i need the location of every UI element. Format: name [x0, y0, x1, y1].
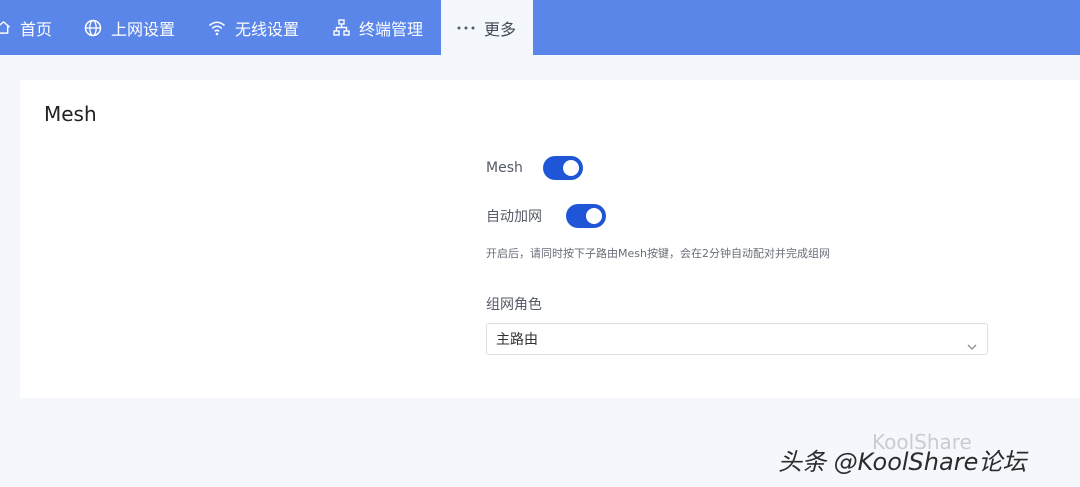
nav-item-home[interactable]: 首页 — [0, 0, 52, 55]
mesh-toggle[interactable] — [542, 156, 583, 180]
nav-item-internet-settings[interactable]: 上网设置 — [84, 0, 175, 55]
globe-icon — [84, 19, 102, 37]
nav-item-label: 上网设置 — [111, 19, 176, 39]
chevron-down-icon — [967, 335, 977, 354]
top-nav-bar: 首页 上网设置 无线设置 终端管理 更多 — [0, 0, 1080, 55]
wifi-icon — [208, 20, 226, 36]
role-label: 组网角色 — [486, 297, 542, 313]
more-icon — [457, 26, 475, 30]
nav-item-label: 更多 — [484, 19, 517, 39]
auto-join-label: 自动加网 — [486, 209, 542, 225]
auto-join-toggle[interactable] — [566, 204, 606, 228]
auto-join-toggle-row: 自动加网 — [486, 204, 606, 228]
nav-item-label: 无线设置 — [235, 19, 300, 39]
nav-item-wireless-settings[interactable]: 无线设置 — [208, 0, 299, 55]
mesh-settings-card: Mesh Mesh 自动加网 开启后，请同时按下子路由Mesh按键，会在2分钟自… — [20, 80, 1080, 398]
toggle-knob — [562, 160, 579, 176]
network-icon — [333, 19, 350, 36]
card-title: Mesh — [44, 102, 97, 126]
auto-join-hint: 开启后，请同时按下子路由Mesh按键，会在2分钟自动配对并完成组网 — [486, 247, 830, 260]
role-select-value: 主路由 — [496, 332, 538, 348]
mesh-toggle-row: Mesh — [486, 156, 583, 180]
role-select[interactable]: 主路由 — [486, 323, 988, 355]
nav-item-label: 终端管理 — [359, 19, 424, 39]
nav-item-more[interactable]: 更多 — [441, 0, 533, 55]
nav-item-device-management[interactable]: 终端管理 — [333, 0, 423, 55]
nav-item-label: 首页 — [20, 19, 53, 39]
mesh-label: Mesh — [486, 160, 523, 176]
toggle-knob — [586, 208, 602, 224]
source-watermark: 头条 @KoolShare论坛 — [778, 448, 1027, 476]
home-icon — [0, 20, 11, 35]
